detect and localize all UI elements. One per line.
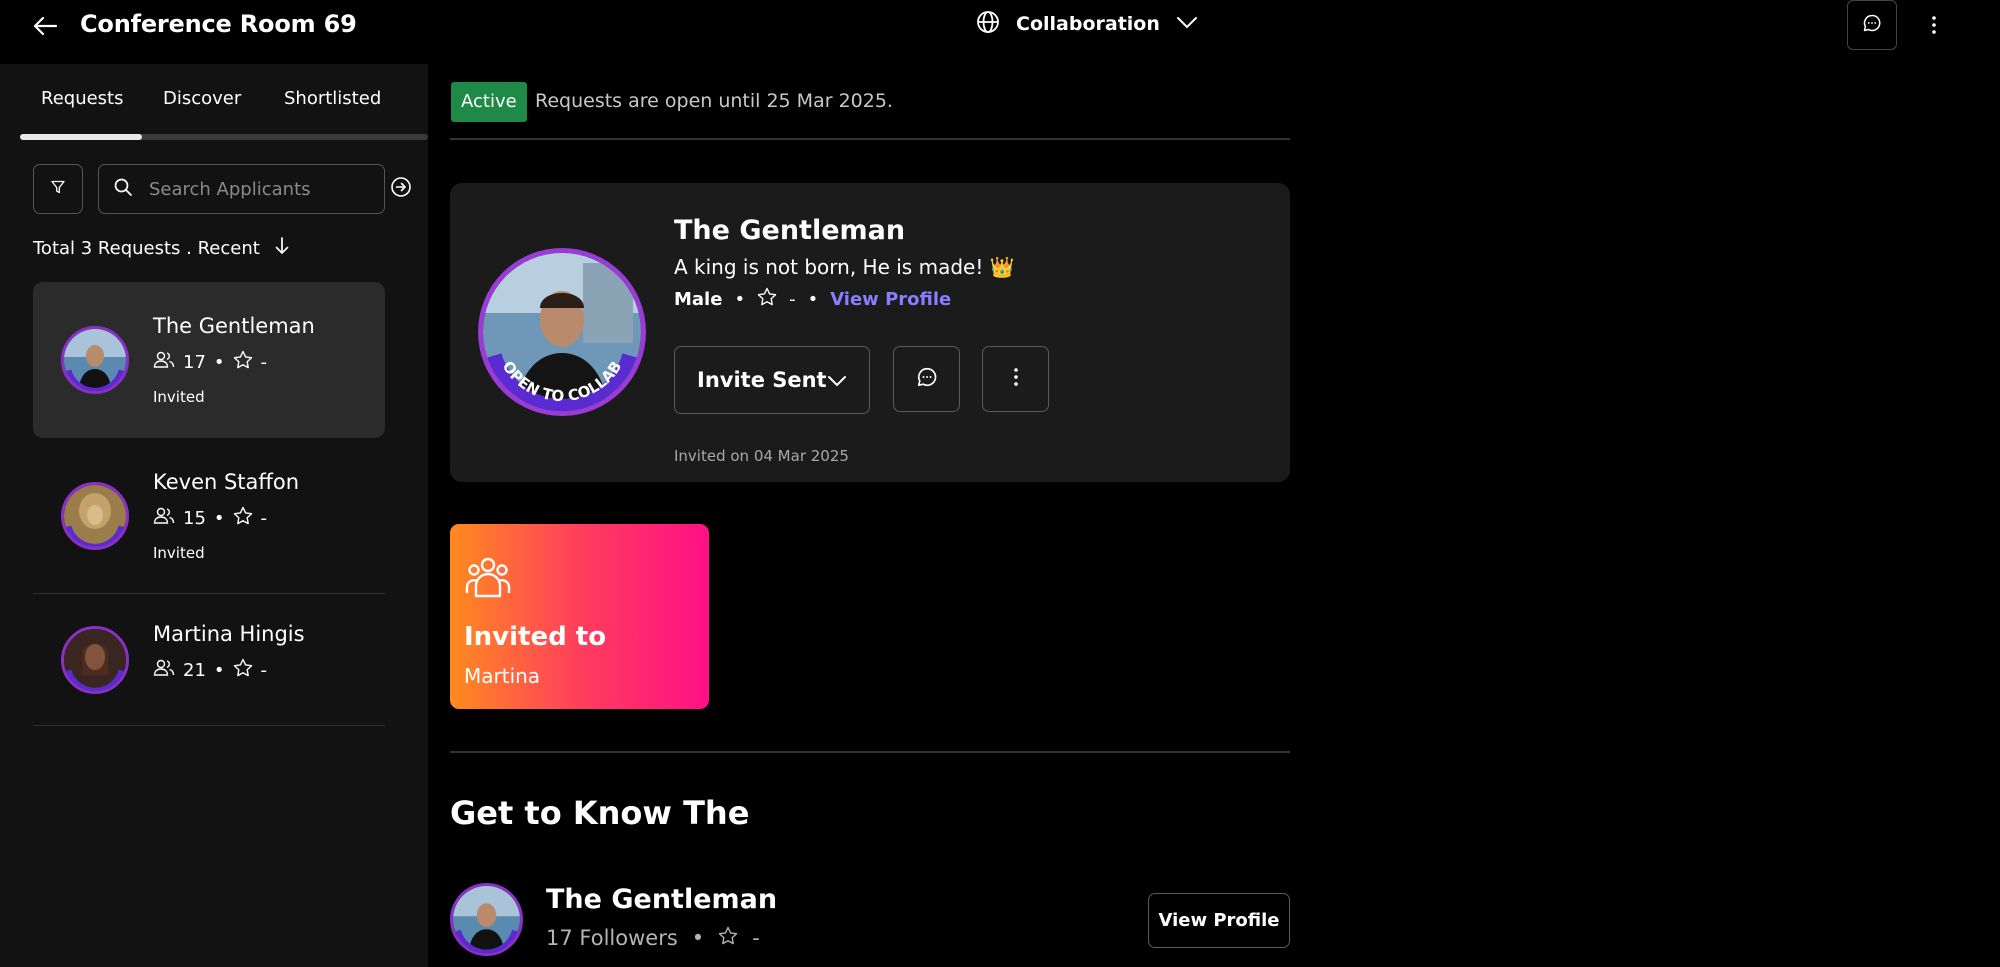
- divider: [450, 751, 1290, 753]
- chevron-down-icon: [1176, 15, 1198, 34]
- creator-meta: 17 Followers • -: [546, 926, 760, 950]
- section-heading: Get to Know The: [450, 794, 750, 832]
- page-title: Conference Room 69: [80, 10, 357, 38]
- request-item[interactable]: Martina Hingis 21 • -: [33, 594, 385, 726]
- status-text: Requests are open until 25 Mar 2025.: [535, 90, 893, 112]
- total-requests-sort[interactable]: Total 3 Requests . Recent: [33, 236, 290, 261]
- rating-value: -: [260, 507, 268, 529]
- separator-dot: •: [213, 507, 225, 529]
- tab-discover[interactable]: Discover: [163, 88, 241, 109]
- top-bar: Conference Room 69 Collaboration: [0, 0, 2000, 64]
- invite-status-dropdown[interactable]: Invite Sent: [674, 346, 870, 414]
- message-button[interactable]: [893, 346, 960, 412]
- users-icon: [153, 351, 175, 374]
- search-input[interactable]: [149, 178, 374, 200]
- request-name: Keven Staffon: [153, 470, 300, 494]
- rating-value: -: [260, 351, 268, 373]
- request-meta: 21 • -: [153, 658, 267, 682]
- separator-dot: •: [734, 288, 746, 310]
- avatar: [61, 482, 129, 550]
- invited-to-title: Invited to: [464, 622, 607, 652]
- divider: [450, 138, 1290, 140]
- tab-active-indicator: [20, 134, 142, 140]
- users-icon: [153, 507, 175, 530]
- avatar: [450, 883, 523, 956]
- request-item[interactable]: The Gentleman 17 • - Invited: [33, 282, 385, 438]
- group-icon: [464, 556, 512, 602]
- profile-name: The Gentleman: [674, 215, 906, 246]
- chat-button[interactable]: [1847, 0, 1897, 50]
- star-icon: [233, 350, 253, 374]
- request-meta: 17 • -: [153, 350, 267, 374]
- profile-meta: Male • - • View Profile: [674, 287, 951, 311]
- invite-status-label: Invite Sent: [697, 368, 827, 392]
- chevron-down-icon: [827, 368, 847, 392]
- avatar: OPEN TO COLLAB: [478, 248, 646, 416]
- follower-count: 17 Followers: [546, 926, 678, 950]
- creator-name: The Gentleman: [546, 884, 778, 915]
- avatar: [61, 626, 129, 694]
- filter-button[interactable]: [33, 164, 83, 214]
- tab-bar: Requests Discover Shortlisted: [20, 88, 428, 126]
- view-profile-link[interactable]: View Profile: [830, 289, 951, 310]
- back-arrow-icon[interactable]: [30, 12, 60, 40]
- star-icon: [718, 926, 738, 950]
- rating-value: -: [260, 659, 268, 681]
- request-name: The Gentleman: [153, 314, 315, 338]
- profile-bio: A king is not born, He is made! 👑: [674, 255, 1015, 279]
- globe-icon: [976, 10, 1000, 38]
- follower-count: 21: [183, 659, 206, 681]
- tab-requests[interactable]: Requests: [41, 88, 124, 109]
- separator-dot: •: [213, 351, 225, 373]
- invited-to-name: Martina: [464, 664, 541, 688]
- sidebar: Requests Discover Shortlisted Total 3 Re…: [0, 64, 428, 967]
- gender-label: Male: [674, 288, 723, 310]
- follower-count: 15: [183, 507, 206, 529]
- request-name: Martina Hingis: [153, 622, 305, 646]
- request-item[interactable]: Keven Staffon 15 • - Invited: [33, 438, 385, 594]
- more-vertical-icon: [1013, 367, 1019, 391]
- separator-dot: •: [807, 288, 819, 310]
- star-icon: [233, 506, 253, 530]
- tab-shortlisted[interactable]: Shortlisted: [284, 88, 381, 109]
- total-requests-label: Total 3 Requests . Recent: [33, 238, 260, 259]
- arrow-circle-right-icon[interactable]: [390, 176, 412, 202]
- category-label: Collaboration: [1016, 13, 1160, 35]
- filter-icon: [50, 179, 66, 199]
- request-status: Invited: [153, 544, 205, 562]
- chat-bubble-icon: [1862, 13, 1882, 37]
- separator-dot: •: [213, 659, 225, 681]
- view-profile-button[interactable]: View Profile: [1148, 893, 1290, 948]
- invited-to-card[interactable]: Invited to Martina: [450, 524, 709, 709]
- star-icon: [233, 658, 253, 682]
- search-icon: [113, 177, 133, 201]
- status-badge: Active: [451, 82, 527, 122]
- category-selector[interactable]: Collaboration: [976, 10, 1198, 38]
- invited-date: Invited on 04 Mar 2025: [674, 447, 849, 465]
- arrow-down-icon: [274, 236, 290, 261]
- star-icon: [757, 287, 777, 311]
- separator-dot: •: [691, 926, 705, 950]
- users-icon: [153, 659, 175, 682]
- follower-count: 17: [183, 351, 206, 373]
- profile-card: OPEN TO COLLAB The Gentleman A king is n…: [450, 183, 1290, 482]
- more-vertical-icon[interactable]: [1922, 10, 1946, 40]
- more-options-button[interactable]: [982, 346, 1049, 412]
- rating-value: -: [789, 288, 796, 310]
- avatar: [61, 326, 129, 394]
- divider: [33, 725, 385, 726]
- request-meta: 15 • -: [153, 506, 267, 530]
- search-bar: [98, 164, 411, 214]
- chat-bubble-icon: [916, 366, 938, 392]
- rating-value: -: [752, 926, 760, 950]
- request-status: Invited: [153, 388, 205, 406]
